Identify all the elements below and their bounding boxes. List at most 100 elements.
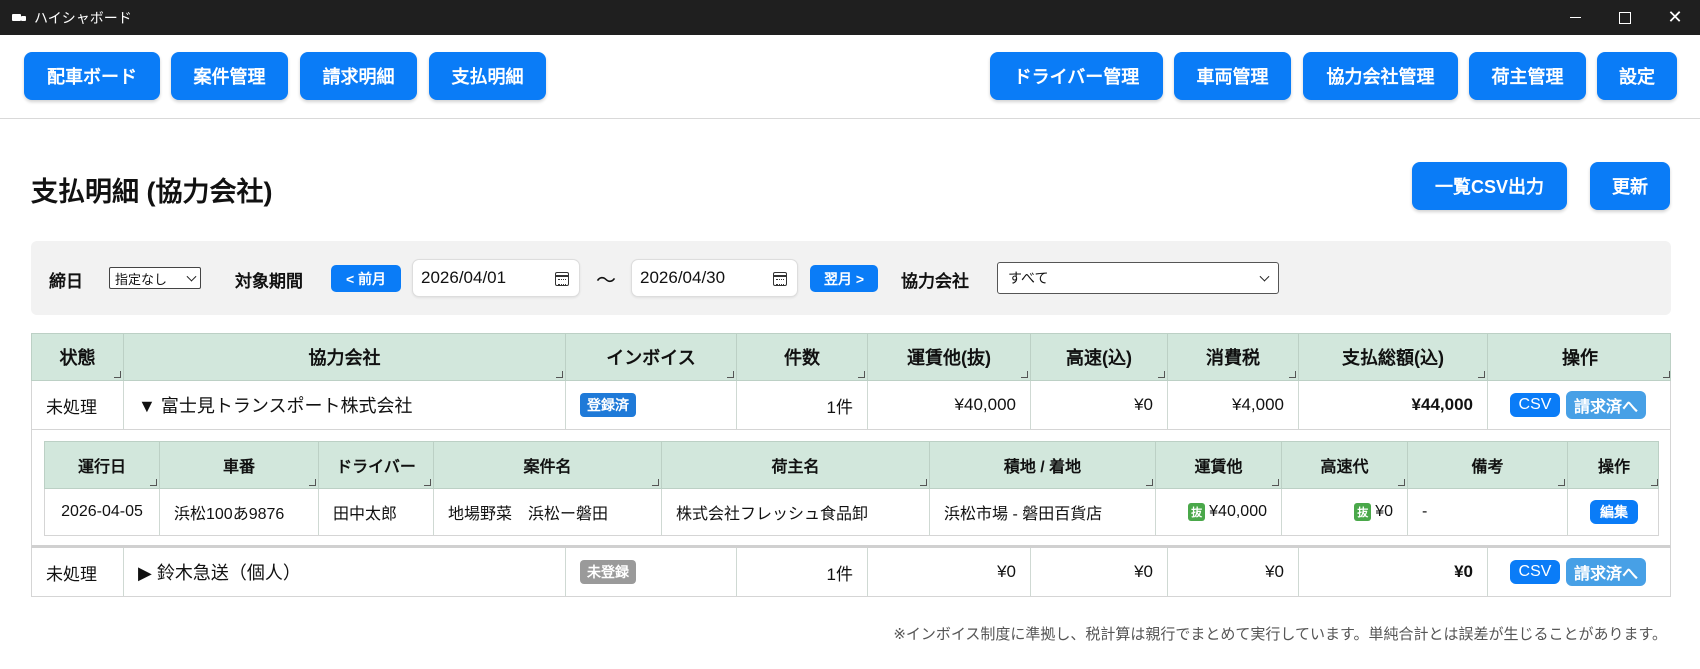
calendar-icon[interactable] bbox=[555, 272, 569, 286]
row-status: 未処理 bbox=[32, 381, 124, 429]
detail-date: 2026-04-05 bbox=[45, 489, 160, 535]
invoice-registered-badge: 登録済 bbox=[580, 393, 636, 417]
range-separator: 〜 bbox=[596, 270, 616, 292]
page-title: 支払明細 (協力会社) bbox=[31, 177, 273, 207]
col-status: 状態 bbox=[32, 334, 124, 380]
row-csv-button[interactable]: CSV bbox=[1510, 393, 1560, 417]
row-count: 1件 bbox=[737, 548, 868, 596]
row-count: 1件 bbox=[737, 381, 868, 429]
window-title: ハイシャボード bbox=[34, 9, 132, 26]
close-button[interactable]: ✕ bbox=[1650, 0, 1700, 35]
table-row: 未処理 ▼ 富士見トランスポート株式会社 登録済 1件 ¥40,000 ¥0 ¥… bbox=[31, 381, 1671, 430]
detail-col-date: 運行日 bbox=[45, 442, 160, 488]
edit-button[interactable]: 編集 bbox=[1590, 500, 1638, 524]
detail-col-driver: ドライバー bbox=[319, 442, 434, 488]
detail-col-fare: 運賃他 bbox=[1156, 442, 1282, 488]
detail-fare: 抜 ¥40,000 bbox=[1156, 489, 1282, 535]
col-count: 件数 bbox=[737, 334, 868, 380]
detail-col-vehicle: 車番 bbox=[160, 442, 319, 488]
detail-highway: 抜 ¥0 bbox=[1282, 489, 1408, 535]
tax-excluded-tag: 抜 bbox=[1354, 503, 1372, 521]
window-titlebar: ハイシャボード ✕ bbox=[0, 0, 1700, 35]
detail-col-job: 案件名 bbox=[434, 442, 662, 488]
refresh-button[interactable]: 更新 bbox=[1590, 162, 1670, 210]
company-select-value: すべて bbox=[1008, 270, 1049, 286]
detail-fare-value: ¥40,000 bbox=[1209, 503, 1267, 520]
detail-actions: 編集 bbox=[1568, 489, 1660, 535]
col-actions: 操作 bbox=[1488, 334, 1672, 380]
detail-row: 2026-04-05 浜松100あ9876 田中太郎 地場野菜 浜松ー磐田 株式… bbox=[44, 489, 1659, 536]
row-actions: CSV 請求済へ bbox=[1488, 548, 1672, 596]
detail-highway-value: ¥0 bbox=[1375, 503, 1393, 520]
date-from-input[interactable]: 2026/04/01 bbox=[412, 259, 580, 297]
detail-route: 浜松市場 - 磐田百貨店 bbox=[930, 489, 1156, 535]
detail-driver: 田中太郎 bbox=[319, 489, 434, 535]
row-csv-button[interactable]: CSV bbox=[1510, 560, 1560, 584]
prev-month-button[interactable]: < 前月 bbox=[331, 265, 401, 292]
row-invoice: 未登録 bbox=[566, 548, 737, 596]
detail-panel: 運行日 車番 ドライバー 案件名 荷主名 積地 / 着地 運賃他 高速代 備考 … bbox=[31, 430, 1671, 548]
invoice-unregistered-badge: 未登録 bbox=[580, 560, 636, 584]
detail-col-highway: 高速代 bbox=[1282, 442, 1408, 488]
row-fare: ¥40,000 bbox=[868, 381, 1031, 429]
nav-driver-management[interactable]: ドライバー管理 bbox=[990, 52, 1163, 100]
minimize-button[interactable] bbox=[1550, 0, 1600, 35]
date-to-value: 2026/04/30 bbox=[640, 268, 726, 287]
truck-icon bbox=[12, 13, 26, 23]
detail-shipper: 株式会社フレッシュ食品卸 bbox=[662, 489, 930, 535]
chevron-down-icon bbox=[186, 271, 197, 282]
closing-day-value: 指定なし bbox=[115, 271, 168, 287]
closing-day-select[interactable]: 指定なし bbox=[109, 267, 201, 289]
nav-partner-management[interactable]: 協力会社管理 bbox=[1303, 52, 1458, 100]
row-actions: CSV 請求済へ bbox=[1488, 381, 1672, 429]
window-controls: ✕ bbox=[1550, 0, 1700, 35]
chevron-down-icon bbox=[1259, 271, 1270, 282]
nav-vehicle-management[interactable]: 車両管理 bbox=[1174, 52, 1291, 100]
row-status: 未処理 bbox=[32, 548, 124, 596]
row-invoice: 登録済 bbox=[566, 381, 737, 429]
table-header: 状態 協力会社 インボイス 件数 運賃他(抜) 高速(込) 消費税 支払総額(込… bbox=[31, 333, 1671, 381]
row-company-toggle[interactable]: ▼ 富士見トランスポート株式会社 bbox=[124, 381, 566, 429]
export-all-csv-button[interactable]: 一覧CSV出力 bbox=[1412, 162, 1567, 210]
nav-payment-details[interactable]: 支払明細 bbox=[429, 52, 546, 100]
nav-billing-details[interactable]: 請求明細 bbox=[300, 52, 417, 100]
nav-job-management[interactable]: 案件管理 bbox=[171, 52, 288, 100]
period-label: 対象期間 bbox=[235, 272, 303, 291]
nav-settings[interactable]: 設定 bbox=[1597, 52, 1677, 100]
date-to-input[interactable]: 2026/04/30 bbox=[631, 259, 798, 297]
detail-col-actions: 操作 bbox=[1568, 442, 1660, 488]
tax-footnote: ※インボイス制度に準拠し、税計算は親行でまとめて実行しています。単純合計とは誤差… bbox=[893, 626, 1667, 643]
tax-excluded-tag: 抜 bbox=[1188, 503, 1206, 521]
company-select[interactable]: すべて bbox=[997, 262, 1279, 294]
col-total: 支払総額(込) bbox=[1299, 334, 1488, 380]
detail-job: 地場野菜 浜松ー磐田 bbox=[434, 489, 662, 535]
mark-billed-button[interactable]: 請求済へ bbox=[1566, 391, 1646, 419]
company-label: 協力会社 bbox=[901, 272, 969, 291]
mark-billed-button[interactable]: 請求済へ bbox=[1566, 558, 1646, 586]
detail-col-route: 積地 / 着地 bbox=[930, 442, 1156, 488]
row-fare: ¥0 bbox=[868, 548, 1031, 596]
row-highway: ¥0 bbox=[1031, 548, 1168, 596]
col-company: 協力会社 bbox=[124, 334, 566, 380]
detail-note: - bbox=[1408, 489, 1568, 535]
calendar-icon[interactable] bbox=[773, 272, 787, 286]
filter-bar: 締日 指定なし 対象期間 < 前月 2026/04/01 〜 2026/04/3… bbox=[31, 241, 1671, 315]
col-highway: 高速(込) bbox=[1031, 334, 1168, 380]
nav-shipper-management[interactable]: 荷主管理 bbox=[1469, 52, 1586, 100]
detail-col-note: 備考 bbox=[1408, 442, 1568, 488]
detail-header: 運行日 車番 ドライバー 案件名 荷主名 積地 / 着地 運賃他 高速代 備考 … bbox=[44, 441, 1659, 489]
table-row: 未処理 ▶ 鈴木急送（個人） 未登録 1件 ¥0 ¥0 ¥0 ¥0 CSV 請求… bbox=[31, 548, 1671, 597]
row-tax: ¥0 bbox=[1168, 548, 1299, 596]
next-month-button[interactable]: 翌月 > bbox=[810, 265, 878, 292]
date-from-value: 2026/04/01 bbox=[421, 268, 507, 287]
top-nav: 配車ボード 案件管理 請求明細 支払明細 ドライバー管理 車両管理 協力会社管理… bbox=[0, 35, 1700, 119]
nav-dispatch-board[interactable]: 配車ボード bbox=[24, 52, 160, 100]
row-total: ¥0 bbox=[1299, 548, 1488, 596]
detail-col-shipper: 荷主名 bbox=[662, 442, 930, 488]
maximize-button[interactable] bbox=[1600, 0, 1650, 35]
row-company-toggle[interactable]: ▶ 鈴木急送（個人） bbox=[124, 548, 566, 596]
row-tax: ¥4,000 bbox=[1168, 381, 1299, 429]
closing-day-label: 締日 bbox=[49, 272, 83, 291]
col-tax: 消費税 bbox=[1168, 334, 1299, 380]
col-invoice: インボイス bbox=[566, 334, 737, 380]
